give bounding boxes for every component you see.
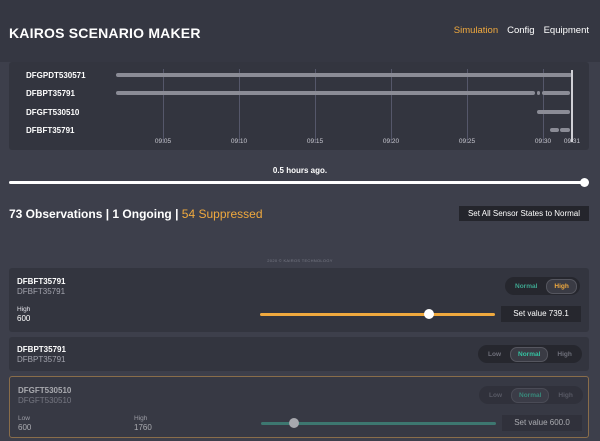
state-normal-option[interactable]: Normal <box>508 280 544 293</box>
ongoing-count: 1 Ongoing <box>112 207 172 221</box>
timeline-row-label: DFBFT35791 <box>26 126 75 135</box>
timeline-tick-label: 09:15 <box>306 138 324 145</box>
high-threshold-value: 1760 <box>134 423 152 432</box>
sensor-subtitle: DFGFT530510 <box>18 396 72 405</box>
state-high-option[interactable]: High <box>551 389 579 402</box>
timeline-event-bar[interactable] <box>550 128 559 132</box>
copyright-text: 2020 © KAIROS TECHNOLOGY <box>267 258 333 263</box>
nav-equipment[interactable]: Equipment <box>544 25 589 36</box>
timeline-now-marker <box>571 70 573 142</box>
summary-separator: | <box>105 207 110 221</box>
sensor-slider-handle[interactable] <box>288 418 299 428</box>
threshold-value: 600 <box>17 314 31 323</box>
timeline-gridline <box>315 69 316 143</box>
timeline-tick-label: 09:25 <box>458 138 476 145</box>
sensor-name: DFGFT530510 <box>18 386 72 395</box>
state-high-option[interactable]: High <box>546 278 577 294</box>
low-threshold-label: Low <box>18 415 30 422</box>
timeline-panel: DFGPDT530571 DFBPT35791 DFGFT530510 DFBF… <box>9 62 589 150</box>
reset-sensors-button[interactable]: Set All Sensor States to Normal <box>459 206 589 221</box>
sensor-name: DFBFT35791 <box>17 277 66 286</box>
timeline-row-label: DFGPDT530571 <box>26 71 86 80</box>
timeline-event-bar[interactable] <box>542 91 570 95</box>
time-range-handle[interactable] <box>580 178 589 187</box>
sensor-card: DFBPT35791 DFBPT35791 Low Normal High <box>9 337 589 371</box>
state-low-option[interactable]: Low <box>482 389 509 402</box>
sensor-slider-handle[interactable] <box>424 309 435 319</box>
state-low-option[interactable]: Low <box>481 348 508 361</box>
observation-summary: 73 Observations | 1 Ongoing | 54 Suppres… <box>9 207 263 221</box>
timeline-gridline <box>543 69 544 143</box>
sensor-value-slider[interactable] <box>260 313 495 316</box>
high-threshold-label: High <box>134 415 148 422</box>
suppressed-count[interactable]: 54 Suppressed <box>182 207 263 221</box>
set-value-field[interactable]: Set value 739.1 <box>501 306 581 322</box>
nav-simulation[interactable]: Simulation <box>454 25 498 36</box>
timeline-row-label: DFGFT530510 <box>26 108 80 117</box>
timeline-tick-label: 09:30 <box>534 138 552 145</box>
sensor-card: DFBFT35791 DFBFT35791 Normal High High 6… <box>9 268 589 332</box>
sensor-name: DFBPT35791 <box>17 345 66 354</box>
main-nav: Simulation Config Equipment <box>454 25 589 36</box>
nav-config[interactable]: Config <box>507 25 534 36</box>
timeline-event-bar[interactable] <box>116 91 535 95</box>
time-range-label: 0.5 hours ago. <box>272 166 328 175</box>
timeline-row-label: DFBPT35791 <box>26 89 75 98</box>
state-high-option[interactable]: High <box>550 348 578 361</box>
time-range-track[interactable] <box>9 181 586 184</box>
sensor-state-toggle: Low Normal High <box>479 386 583 404</box>
timeline-tick-label: 09:31 <box>563 138 581 145</box>
timeline-gridline <box>467 69 468 143</box>
timeline-tick-label: 09:20 <box>382 138 400 145</box>
observations-count: 73 Observations <box>9 207 103 221</box>
timeline-gridline <box>391 69 392 143</box>
low-threshold-value: 600 <box>18 423 32 432</box>
state-normal-option[interactable]: Normal <box>510 346 549 362</box>
threshold-label: High <box>17 306 31 313</box>
sensor-subtitle: DFBPT35791 <box>17 355 66 364</box>
timeline-tick-label: 09:10 <box>230 138 248 145</box>
sensor-state-toggle: Low Normal High <box>478 345 582 363</box>
sensor-state-toggle: Normal High <box>505 277 580 295</box>
timeline-event-bar[interactable] <box>560 128 570 132</box>
timeline-event-bar[interactable] <box>537 110 570 114</box>
app-header: KAIROS SCENARIO MAKER Simulation Config … <box>0 0 600 62</box>
set-value-field[interactable]: Set value 600.0 <box>502 415 582 431</box>
summary-separator: | <box>175 207 179 221</box>
app-title: KAIROS SCENARIO MAKER <box>9 25 201 41</box>
timeline-tick-label: 09:05 <box>154 138 172 145</box>
timeline-event-bar[interactable] <box>537 91 540 95</box>
timeline-event-bar[interactable] <box>116 73 572 77</box>
timeline-gridline <box>163 69 164 143</box>
sensor-subtitle: DFBFT35791 <box>17 287 66 296</box>
state-normal-option[interactable]: Normal <box>511 387 550 403</box>
sensor-card: DFGFT530510 DFGFT530510 Low Normal High … <box>9 376 589 438</box>
timeline-gridline <box>239 69 240 143</box>
